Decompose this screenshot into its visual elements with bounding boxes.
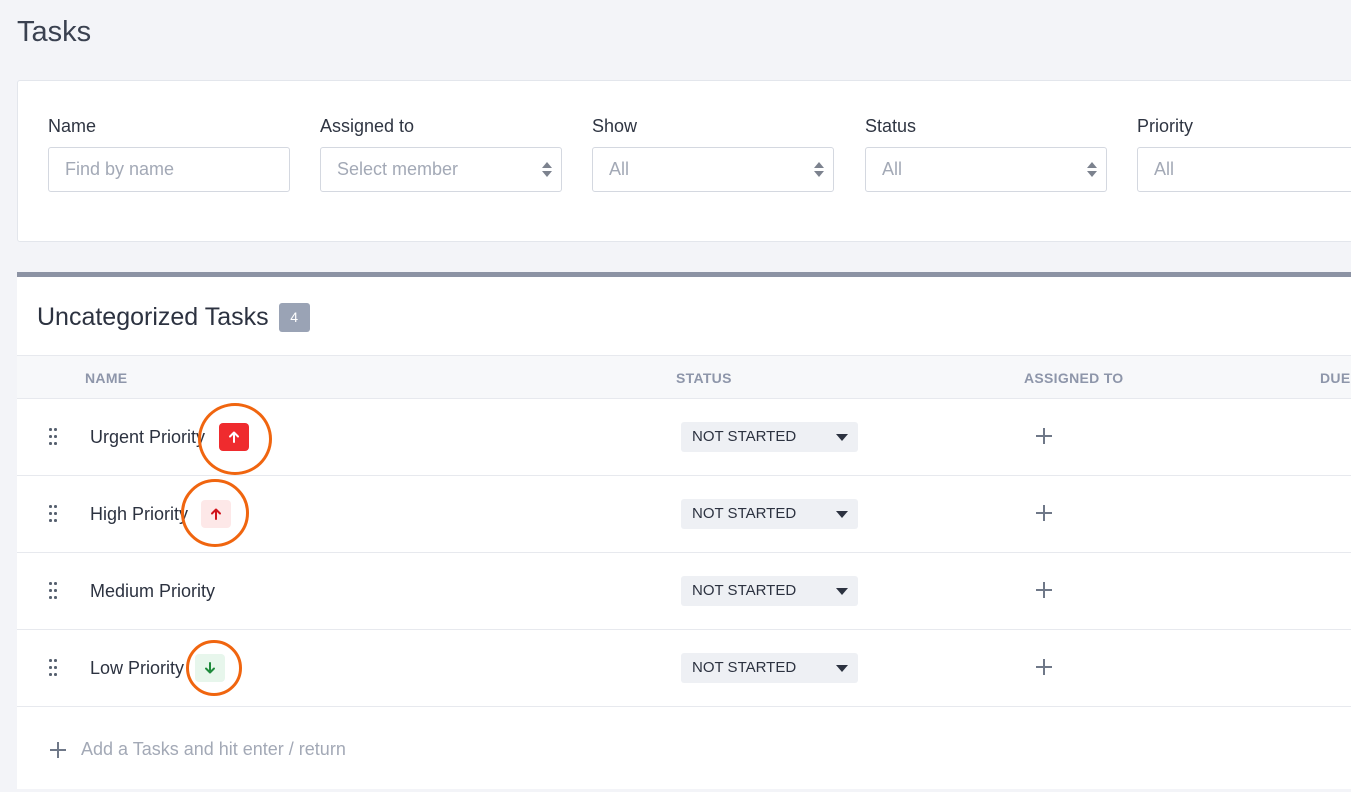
filter-status: Status All [865,115,1108,192]
status-value: NOT STARTED [692,505,797,522]
task-name[interactable]: Low Priority [90,630,184,707]
add-task-input[interactable]: Add a Tasks and hit enter / return [81,709,346,789]
select-caret-icon [814,161,824,179]
arrow-up-icon [229,431,239,443]
filter-show: Show All [592,115,835,192]
filter-label: Priority [1137,116,1194,136]
column-header-status[interactable]: STATUS [676,356,732,400]
arrow-up-icon [211,508,221,520]
plus-icon [49,741,67,759]
task-name[interactable]: Urgent Priority [90,399,205,476]
status-dropdown[interactable]: NOT STARTED [681,576,858,606]
add-assignee-icon[interactable] [1035,581,1053,599]
filter-panel: Name Find by name Assigned to Select mem… [17,80,1351,242]
section-title: Uncategorized Tasks [37,303,269,331]
column-header-name[interactable]: NAME [85,356,127,400]
low-priority-icon[interactable] [195,654,225,682]
select-caret-icon [542,161,552,179]
drag-handle-icon[interactable] [49,428,57,445]
status-value: NOT STARTED [692,428,797,445]
status-value: NOT STARTED [692,582,797,599]
filter-label: Name [48,116,97,136]
add-task-row[interactable]: Add a Tasks and hit enter / return [17,709,1351,789]
table-header: NAME STATUS ASSIGNED TO DUE [17,355,1351,399]
add-assignee-icon[interactable] [1035,658,1053,676]
urgent-priority-icon[interactable] [219,423,249,451]
filter-label: Status [865,116,917,136]
dropdown-triangle-icon [836,588,848,595]
task-name[interactable]: High Priority [90,476,188,553]
task-name[interactable]: Medium Priority [90,553,215,630]
dropdown-triangle-icon [836,665,848,672]
filter-assigned: Assigned to Select member [320,115,563,192]
dropdown-triangle-icon [836,511,848,518]
drag-handle-icon[interactable] [49,659,57,676]
task-row[interactable]: Low Priority NOT STARTED [17,630,1351,707]
select-value: Select member [337,159,459,179]
filter-label: Assigned to [320,116,415,136]
add-assignee-icon[interactable] [1035,427,1053,445]
drag-handle-icon[interactable] [49,582,57,599]
filter-label: Show [592,116,638,136]
dropdown-triangle-icon [836,434,848,441]
high-priority-icon[interactable] [201,500,231,528]
priority-filter-select[interactable]: All [1137,147,1351,192]
assigned-to-select[interactable]: Select member [320,147,562,192]
section-header: Uncategorized Tasks 4 [37,303,310,332]
status-dropdown[interactable]: NOT STARTED [681,422,858,452]
select-value: All [882,159,903,179]
task-count-badge: 4 [278,303,310,332]
status-dropdown[interactable]: NOT STARTED [681,499,858,529]
task-row[interactable]: Medium Priority NOT STARTED [17,553,1351,630]
column-header-due[interactable]: DUE [1320,356,1350,400]
page-title: Tasks [17,16,92,48]
name-search-input[interactable]: Find by name [48,147,290,192]
select-value: All [1154,159,1175,179]
task-section: Uncategorized Tasks 4 NAME STATUS ASSIGN… [17,272,1351,789]
status-value: NOT STARTED [692,659,797,676]
task-row[interactable]: High Priority NOT STARTED [17,476,1351,553]
select-caret-icon [1087,161,1097,179]
drag-handle-icon[interactable] [49,505,57,522]
select-value: All [609,159,630,179]
arrow-down-icon [205,662,215,674]
filter-priority: Priority All [1137,115,1351,192]
column-header-assigned[interactable]: ASSIGNED TO [1024,356,1124,400]
add-assignee-icon[interactable] [1035,504,1053,522]
status-filter-select[interactable]: All [865,147,1107,192]
task-row[interactable]: Urgent Priority NOT STARTED [17,399,1351,476]
show-select[interactable]: All [592,147,834,192]
status-dropdown[interactable]: NOT STARTED [681,653,858,683]
filter-name: Name Find by name [48,115,291,192]
